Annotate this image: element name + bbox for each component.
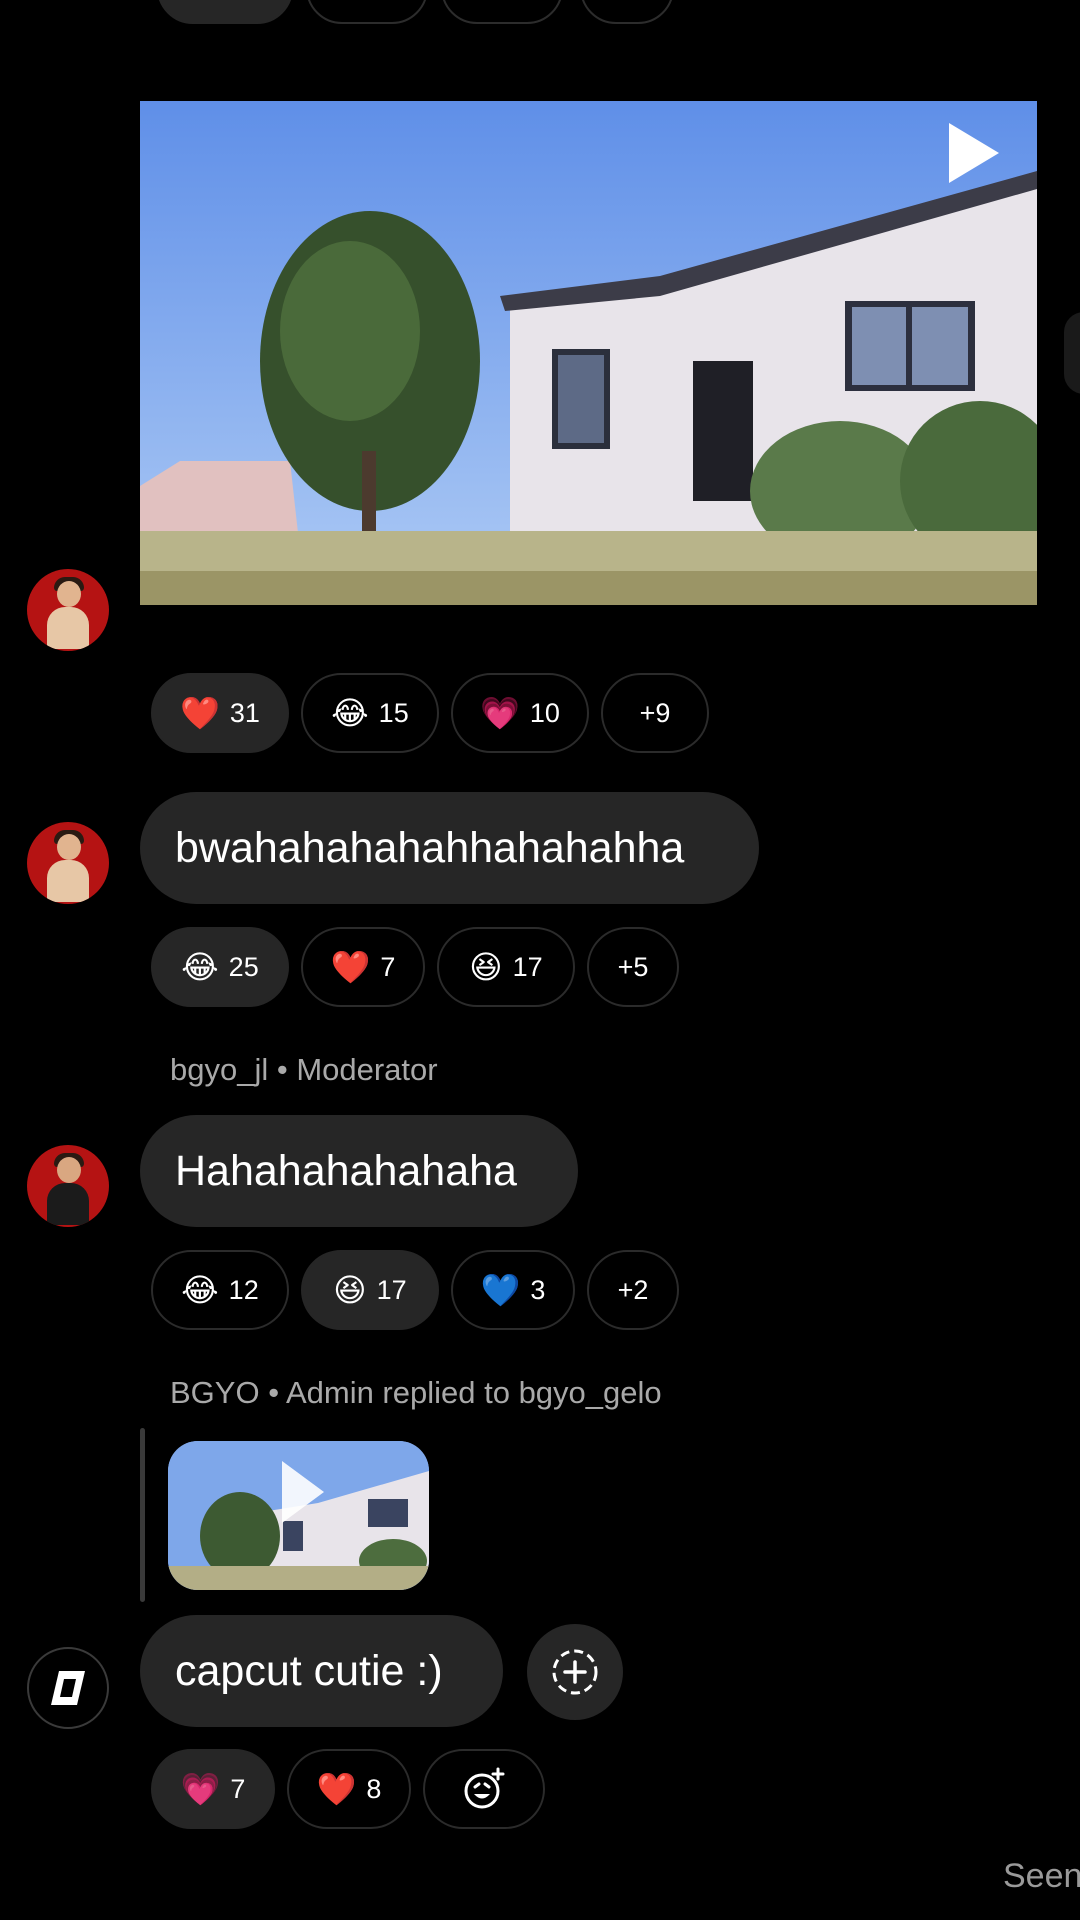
grinning-squint-icon: 😆	[469, 949, 503, 985]
reaction-pink-heart[interactable]: 💗 10	[451, 673, 589, 753]
video-frame	[140, 101, 1037, 605]
admin-logo	[51, 1671, 85, 1705]
reply-label: BGYO • Admin replied to bgyo_gelo	[170, 1375, 662, 1410]
reaction-count: 10	[529, 697, 560, 728]
add-reaction-icon	[552, 1649, 598, 1695]
message-text: Hahahahahahaha	[175, 1146, 517, 1195]
emoji-picker-button[interactable]	[423, 1749, 545, 1829]
reply-indicator-bar	[140, 1428, 145, 1602]
reaction-row: 😂 12 😆 17 💙 3 +2	[151, 1250, 679, 1334]
reaction-count: 12	[228, 1274, 259, 1305]
reaction-count: 17	[512, 951, 543, 982]
reaction-pill-partial[interactable]	[306, 0, 428, 24]
replied-video-thumbnail[interactable]	[168, 1441, 429, 1590]
reaction-pill-partial[interactable]	[441, 0, 563, 24]
more-reactions-button[interactable]: +2	[587, 1250, 679, 1330]
reaction-count: 17	[376, 1274, 407, 1305]
laughing-face-icon: 😂	[181, 1272, 219, 1308]
reaction-count: 8	[366, 1773, 382, 1804]
reaction-count: 15	[378, 697, 409, 728]
blue-heart-icon: 💙	[480, 1272, 521, 1308]
reaction-count: 7	[380, 951, 396, 982]
reaction-laugh[interactable]: 😂 15	[301, 673, 439, 753]
reaction-count: 31	[229, 697, 260, 728]
reaction-row: 😂 25 ❤️ 7 😆 17 +5	[151, 927, 679, 1011]
message-bubble[interactable]: capcut cutie :)	[140, 1615, 503, 1727]
reaction-count: +5	[617, 951, 649, 982]
reaction-row: ❤️ 31 😂 15 💗 10 +9	[151, 673, 709, 757]
reaction-grin[interactable]: 😆 17	[301, 1250, 439, 1330]
reaction-count: +9	[639, 697, 671, 728]
avatar[interactable]	[27, 822, 109, 904]
reaction-pill-partial[interactable]	[157, 0, 293, 24]
more-reactions-button[interactable]: +9	[601, 673, 709, 753]
laughing-face-icon: 😂	[181, 949, 219, 985]
message-bubble[interactable]: bwahahahahahhahahahha	[140, 792, 759, 904]
pink-heart-icon: 💗	[480, 695, 520, 731]
sender-label: bgyo_jl • Moderator	[170, 1052, 438, 1087]
add-reaction-button[interactable]	[527, 1624, 623, 1720]
reaction-pink-heart[interactable]: 💗 7	[151, 1749, 275, 1829]
pink-heart-icon: 💗	[180, 1771, 221, 1807]
grinning-squint-icon: 😆	[333, 1272, 367, 1308]
reaction-heart[interactable]: ❤️ 31	[151, 673, 289, 753]
reaction-heart[interactable]: ❤️ 8	[287, 1749, 411, 1829]
reaction-blue-heart[interactable]: 💙 3	[451, 1250, 575, 1330]
side-handle[interactable]	[1064, 312, 1080, 394]
play-icon[interactable]	[947, 123, 999, 183]
play-icon	[282, 1461, 324, 1523]
laughing-face-icon: 😂	[331, 695, 369, 731]
reaction-laugh[interactable]: 😂 25	[151, 927, 289, 1007]
reaction-count: 3	[530, 1274, 546, 1305]
reaction-row: 💗 7 ❤️ 8	[151, 1749, 545, 1833]
reaction-count: 25	[228, 951, 259, 982]
avatar[interactable]	[27, 1145, 109, 1227]
emoji-add-icon	[464, 1767, 505, 1809]
reaction-count: +2	[617, 1274, 649, 1305]
seen-status: Seen	[1003, 1857, 1080, 1895]
heart-icon: ❤️	[180, 695, 220, 731]
avatar[interactable]	[27, 569, 109, 651]
reaction-pill-partial[interactable]	[580, 0, 674, 24]
more-reactions-button[interactable]: +5	[587, 927, 679, 1007]
message-text: capcut cutie :)	[175, 1646, 443, 1695]
message-bubble[interactable]: Hahahahahahaha	[140, 1115, 578, 1227]
message-text: bwahahahahahhahahahha	[175, 823, 685, 872]
video-message[interactable]	[140, 101, 1037, 605]
heart-icon: ❤️	[330, 949, 371, 985]
heart-icon: ❤️	[316, 1771, 357, 1807]
reaction-count: 7	[230, 1773, 246, 1804]
avatar[interactable]	[27, 1647, 109, 1729]
reaction-heart[interactable]: ❤️ 7	[301, 927, 425, 1007]
reaction-grin[interactable]: 😆 17	[437, 927, 575, 1007]
reaction-laugh[interactable]: 😂 12	[151, 1250, 289, 1330]
